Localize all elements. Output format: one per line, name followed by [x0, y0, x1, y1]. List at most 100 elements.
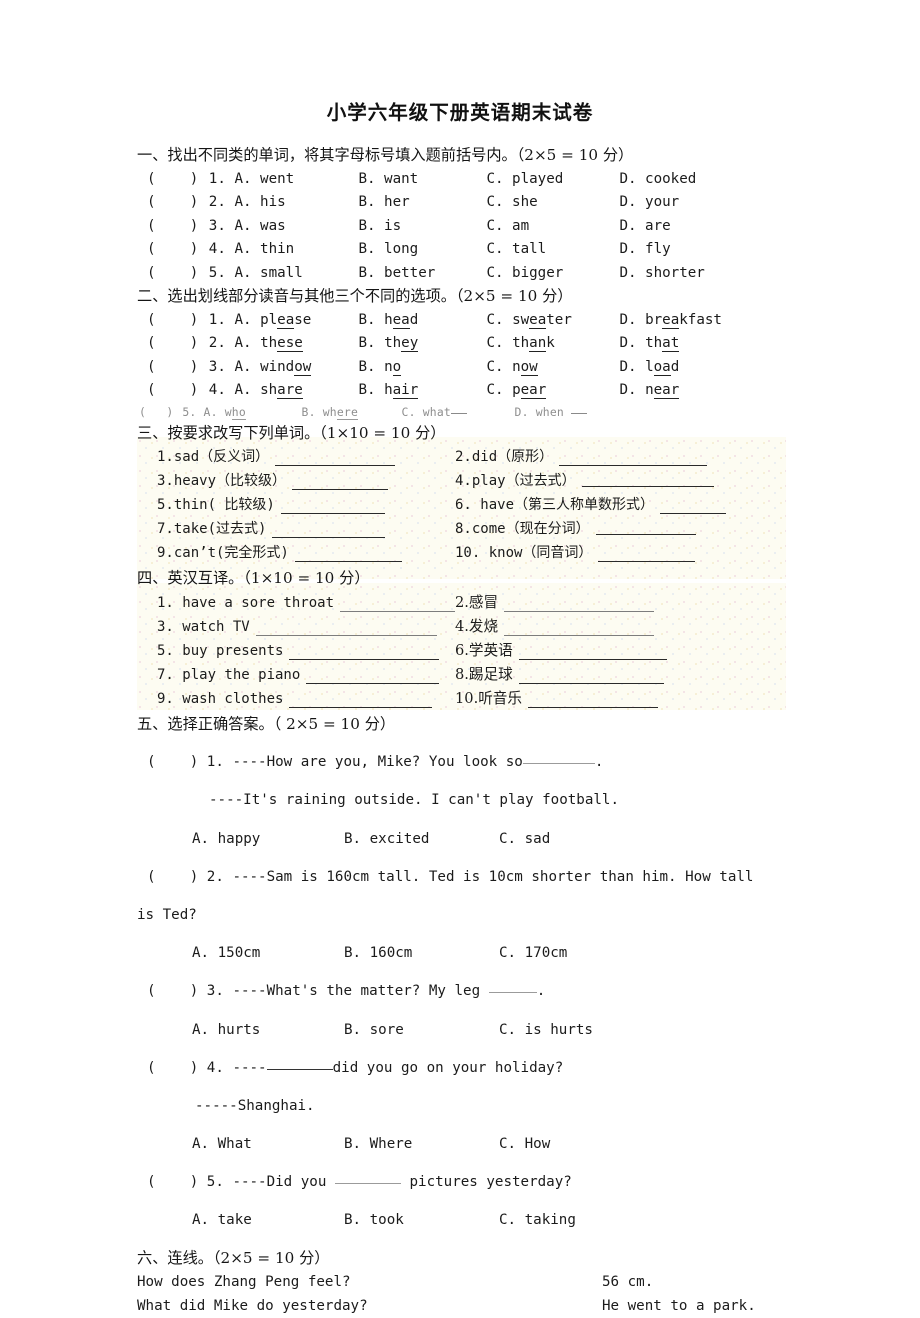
option-b[interactable]: B. excited [344, 827, 499, 851]
option-a[interactable]: A. take [192, 1208, 344, 1232]
option-b[interactable]: B. sore [344, 1018, 499, 1042]
answer-blank[interactable] [294, 561, 402, 562]
answer-blank[interactable] [266, 1068, 333, 1070]
option-a[interactable]: A. happy [192, 827, 344, 851]
item-number: 2. [208, 194, 226, 210]
option-c[interactable]: C. thank [486, 332, 619, 356]
option-b[interactable]: B. head [358, 309, 486, 333]
option-a[interactable]: A. hurts [192, 1018, 344, 1042]
answer-blank[interactable] [255, 634, 437, 636]
answer-blank[interactable] [581, 486, 714, 487]
exam-paper-page: 小学六年级下册英语期末试卷 一、找出不同类的单词，将其字母标号填入题前括号内。（… [0, 0, 920, 1314]
match-answer[interactable]: 56 cm. [602, 1270, 797, 1294]
option-a[interactable]: A. his [234, 191, 358, 215]
answer-blank[interactable] [289, 706, 433, 708]
option-a[interactable]: A. 150cm [192, 941, 344, 965]
option-a[interactable]: A. these [234, 332, 358, 356]
answer-blank[interactable] [272, 537, 386, 538]
option-c[interactable]: C. tall [486, 238, 619, 262]
answer-blank[interactable] [504, 610, 655, 612]
option-b[interactable]: B. took [344, 1208, 499, 1232]
answer-blank[interactable] [504, 634, 655, 636]
answer-blank[interactable] [522, 763, 595, 765]
option-d[interactable]: D. that [619, 332, 680, 356]
option-d[interactable]: D. fly [619, 238, 670, 262]
option-d[interactable]: D. when [515, 403, 588, 421]
option-b[interactable]: B. no [358, 356, 486, 380]
option-c[interactable]: C. pear [486, 379, 619, 403]
option-d[interactable]: D. are [619, 215, 670, 239]
option-b[interactable]: B. hair [358, 379, 486, 403]
match-question[interactable]: What did Mike do yesterday? [137, 1294, 602, 1318]
prompt-text: 10.听音乐 [455, 689, 522, 707]
answer-blank[interactable] [292, 489, 389, 490]
section3-item-right: 2.did（原形） [455, 445, 797, 469]
match-answer[interactable]: He went to a park. [602, 1294, 797, 1318]
option-b[interactable]: B. want [358, 168, 486, 192]
option-a[interactable]: A. What [192, 1132, 344, 1156]
underlined-part: air [392, 382, 419, 399]
answer-blank[interactable] [559, 465, 708, 466]
option-b[interactable]: B. they [358, 332, 486, 356]
option-d[interactable]: D. cooked [619, 168, 696, 192]
option-c[interactable]: C. am [486, 215, 619, 239]
option-c[interactable]: C. she [486, 191, 619, 215]
option-b[interactable]: B. long [358, 238, 486, 262]
option-b[interactable]: B. her [358, 191, 486, 215]
option-c[interactable]: C. bigger [486, 262, 619, 286]
section4-heading: 四、英汉互译。（1×10 = 10 分） [137, 569, 370, 587]
section4-item-right: 4.发烧 [455, 615, 797, 639]
option-a[interactable]: A. went [234, 168, 358, 192]
answer-blank[interactable] [488, 992, 537, 994]
answer-blank[interactable] [598, 561, 696, 562]
prompt-text: 8.come（现在分词） [455, 521, 590, 537]
option-d[interactable]: D. breakfast [619, 309, 722, 333]
underlined-part: ea [662, 311, 680, 329]
underlined-part: ow [294, 358, 312, 376]
option-b[interactable]: B. where [302, 403, 402, 421]
match-question[interactable]: How does Zhang Peng feel? [137, 1270, 602, 1294]
answer-blank[interactable] [340, 610, 455, 612]
option-d[interactable]: D. your [619, 191, 679, 215]
answer-blank[interactable] [518, 682, 664, 684]
option-b[interactable]: B. is [358, 215, 486, 239]
option-c[interactable]: C. played [486, 168, 619, 192]
option-c[interactable]: C. now [486, 356, 619, 380]
answer-blank[interactable] [595, 534, 696, 535]
option-a[interactable]: A. please [234, 309, 358, 333]
option-c[interactable]: C. 170cm [499, 945, 567, 961]
section3-item-left: 9.can’t(完全形式) [137, 541, 455, 565]
option-a[interactable]: A. share [234, 379, 358, 403]
answer-blank[interactable] [660, 513, 727, 514]
option-b[interactable]: B. better [358, 262, 486, 286]
option-a[interactable]: A. small [234, 262, 358, 286]
option-a[interactable]: A. who [204, 403, 302, 421]
answer-blank[interactable] [275, 465, 396, 466]
option-c[interactable]: C. taking [499, 1212, 576, 1228]
option-c[interactable]: C. sad [499, 831, 550, 847]
option-d[interactable]: D. shorter [619, 262, 704, 286]
option-a[interactable]: A. was [234, 215, 358, 239]
underlined-part: are [277, 382, 303, 399]
section3-item-left: 5.thin( 比较级) [137, 493, 455, 517]
option-c[interactable]: C. what [402, 403, 515, 421]
option-d[interactable]: D. load [619, 356, 679, 380]
answer-blank[interactable] [289, 658, 440, 660]
answer-blank[interactable] [280, 513, 385, 514]
option-d[interactable]: D. near [619, 379, 680, 403]
option-b[interactable]: B. Where [344, 1132, 499, 1156]
answer-blank[interactable] [306, 682, 440, 684]
answer-blank[interactable] [528, 706, 658, 708]
option-c[interactable]: C. is hurts [499, 1022, 593, 1038]
option-c[interactable]: C. sweater [486, 309, 619, 333]
option-a[interactable]: A. thin [234, 238, 358, 262]
option-a[interactable]: A. window [234, 356, 358, 380]
answer-blank[interactable] [518, 658, 667, 660]
item-number: 4. [208, 382, 226, 398]
section4-item-left: 1. have a sore throat [137, 591, 455, 615]
answer-blank[interactable] [334, 1183, 401, 1185]
option-c[interactable]: C. How [499, 1136, 550, 1152]
section4-row: 3. watch TV 4.发烧 [137, 615, 797, 639]
option-b[interactable]: B. 160cm [344, 941, 499, 965]
section2-heading: 二、选出划线部分读音与其他三个不同的选项。（2×5 = 10 分） [137, 287, 573, 305]
